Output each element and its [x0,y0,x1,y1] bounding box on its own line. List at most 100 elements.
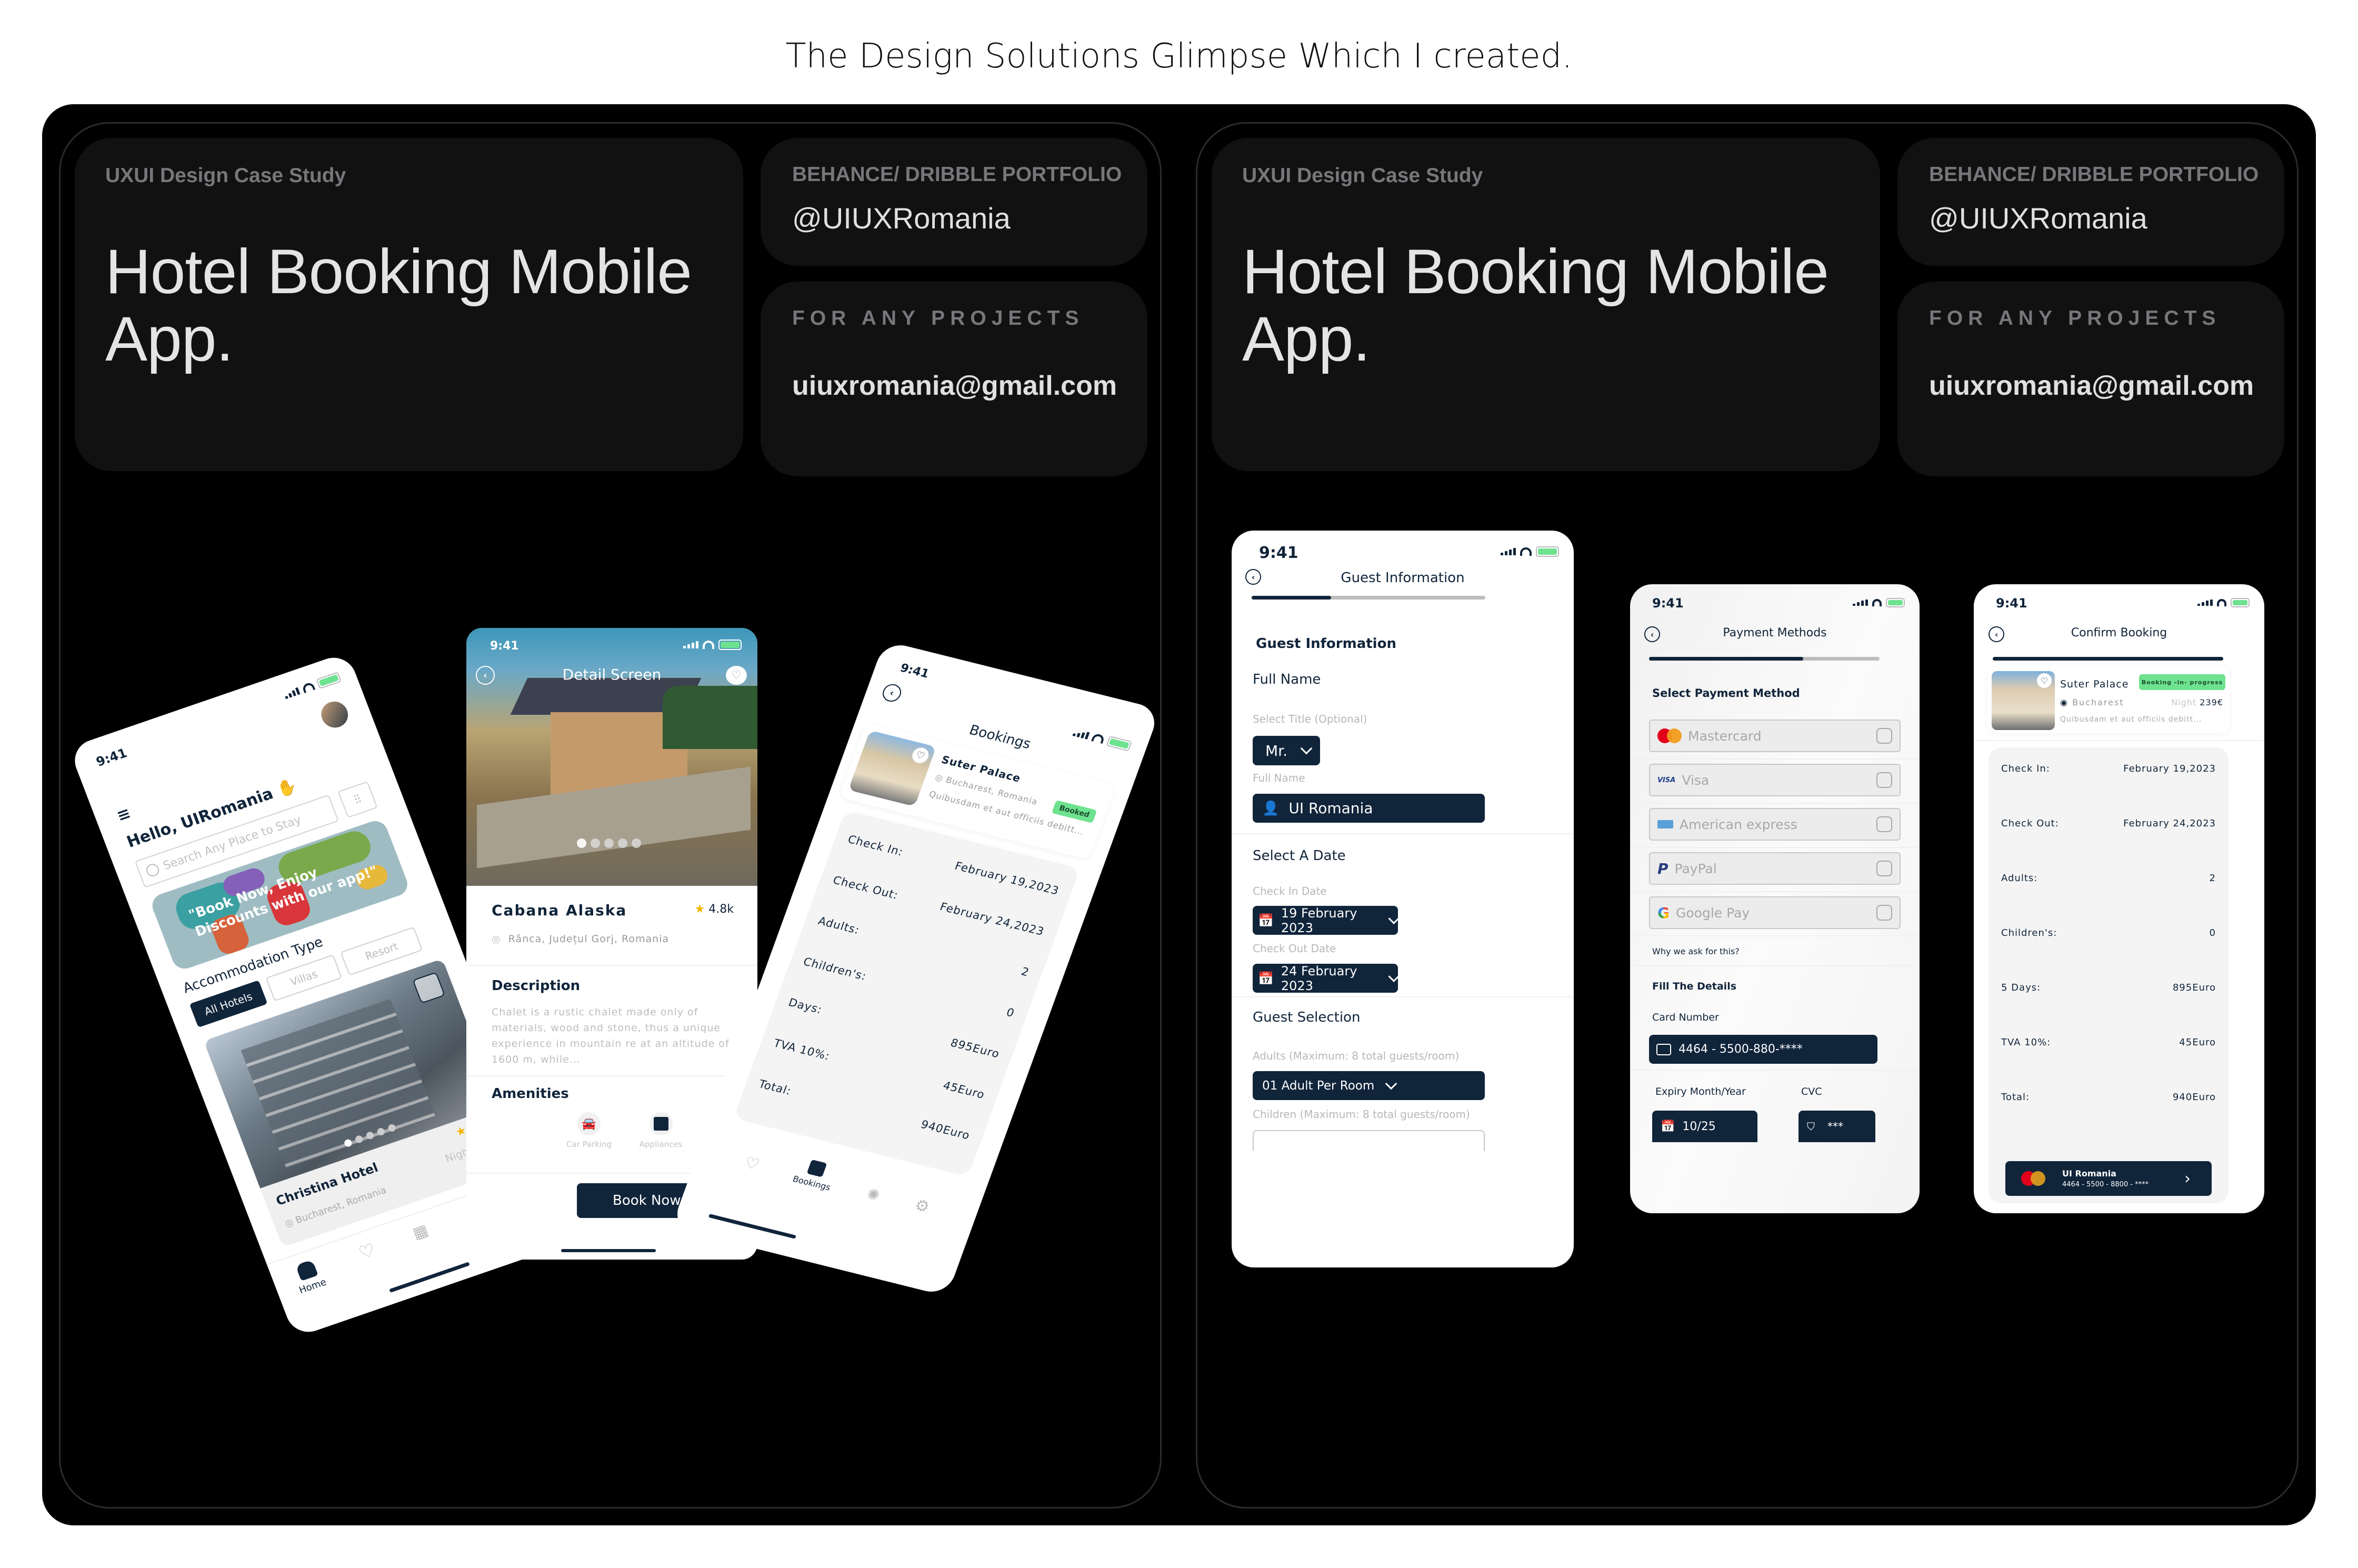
summary-value: 0 [1004,1005,1016,1020]
contact-email[interactable]: uiuxromania@gmail.com [792,370,1117,402]
hotel-photo: ♡ [848,730,936,807]
menu-icon[interactable]: ≡ [114,804,133,825]
expiry-input[interactable]: 📅 10/25 [1652,1111,1757,1142]
hotel-excerpt: Quibusdam et aut officiis debitt... [2060,715,2202,724]
heart-icon[interactable]: ♡ [742,1153,762,1174]
rating-value: 4.8k [708,903,734,916]
favorite-button[interactable]: ♡ [726,666,747,685]
status-time: 9:41 [1996,596,2027,611]
case-study-eyebrow: UXUI Design Case Study [105,164,346,187]
card-number-label: Card Number [1652,1012,1719,1023]
building-facade [241,998,436,1168]
description-text: Chalet is a rustic chalet made only of m… [492,1006,730,1065]
summary-label: Children's: [801,955,868,983]
summary-label: TVA 10%: [2001,1037,2051,1048]
property-rating: ★ 4.8k [695,903,734,916]
mastercard-icon [2021,1171,2045,1186]
map-icon[interactable] [412,972,445,1004]
nav-home[interactable]: Home [291,1258,328,1296]
summary-label: Days: [786,996,824,1016]
battery-icon [718,640,742,650]
checkbox[interactable] [1876,728,1892,744]
summary-label: TVA 10%: [772,1036,832,1063]
battery-icon [1536,546,1559,557]
phone-payment-methods: 9:41 ‹ Payment Methods Select Payment Me… [1630,584,1920,1213]
status-icons [1501,546,1559,557]
portfolio-handle[interactable]: @UIUXRomania [792,201,1011,235]
hotel-summary-card[interactable]: ♡ Suter Palace Booking -in- progress ◉ B… [1987,666,2230,733]
case-study-title-line1: Hotel Booking Mobile [1242,236,1829,307]
payment-option-visa[interactable]: VISA Visa [1649,764,1901,796]
contact-card: FOR ANY PROJECTS uiuxromania@gmail.com [761,282,1147,476]
payment-option-label: Visa [1682,772,1710,788]
card-number-value: 4464 - 5500-880-**** [1678,1043,1803,1056]
expiry-label: Expiry Month/Year [1655,1086,1746,1097]
divider [1232,996,1574,997]
avatar[interactable] [317,698,352,732]
title-select[interactable]: Mr. [1253,736,1320,765]
calendar-icon[interactable]: ▦ [410,1221,431,1243]
chevron-left-icon: ‹ [888,687,896,699]
summary-value: 895Euro [948,1036,1002,1061]
discount-icon[interactable]: ✺ [864,1185,882,1204]
full-name-value: UI Romania [1288,800,1373,817]
title-value: Mr. [1265,742,1287,760]
payment-option-google-pay[interactable]: G Google Pay [1649,896,1901,929]
payment-card-button[interactable]: UI Romania 4464 - 5500 - 8800 - **** › [2005,1161,2212,1196]
night-label: Night [2171,697,2197,707]
visa-icon: VISA [1657,776,1676,784]
booking-summary: Check In: February 19,2023 Check Out: Febru… [1989,747,2229,1203]
summary-value: February 24,2023 [2123,818,2216,829]
heart-icon[interactable]: ♡ [356,1239,378,1264]
filter-button[interactable]: ⫶⫶ [337,781,378,818]
chevron-down-icon [1385,1077,1397,1090]
gear-icon[interactable]: ⚙ [912,1196,932,1217]
status-icons [1853,598,1905,607]
status-icons [2197,598,2250,607]
card-holder: UI Romania [2062,1168,2116,1179]
summary-value: February 24,2023 [938,900,1046,938]
checkbox[interactable] [1876,861,1892,876]
why-link[interactable]: Why we ask for this? [1652,946,1740,956]
shield-icon: ⛉ [1807,1120,1815,1133]
property-location: ◎ Rânca, Județul Gorj, Romania [492,933,669,945]
contact-email[interactable]: uiuxromania@gmail.com [1929,370,2254,402]
checkbox[interactable] [1876,816,1892,832]
full-name-label: Full Name [1253,772,1305,784]
summary-label: Total: [2001,1092,2030,1103]
children-select[interactable] [1253,1130,1485,1151]
car-icon: 🚘 [577,1112,601,1135]
amex-icon [1657,820,1673,828]
nav-bookings[interactable]: Bookings [791,1157,838,1193]
portfolio-handle[interactable]: @UIUXRomania [1929,201,2147,235]
heart-icon[interactable]: ♡ [2037,673,2052,688]
checkbox[interactable] [1876,905,1892,921]
signal-icon [1501,548,1516,555]
payment-option-mastercard[interactable]: Mastercard [1649,720,1901,752]
summary-label: Check Out: [831,873,901,902]
cvc-label: CVC [1801,1086,1822,1097]
book-now-label: Book Now [613,1193,681,1209]
cvc-input[interactable]: ⛉ *** [1799,1111,1875,1142]
chip-resort[interactable]: Resort [340,926,423,976]
heart-icon[interactable]: ♡ [910,746,931,765]
checkbox[interactable] [1876,772,1892,788]
check-in-select[interactable]: 📅 19 February 2023 [1253,906,1400,935]
card-number-input[interactable]: 4464 - 5500-880-**** [1649,1035,1877,1064]
payment-option-paypal[interactable]: P PayPal [1649,852,1901,885]
location-text: Rânca, Județul Gorj, Romania [508,933,670,945]
check-out-select[interactable]: 📅 24 February 2023 [1253,964,1400,993]
phone-guest-information: 9:41 ‹ Guest Information Guest Informati… [1232,531,1574,1267]
hotel-name: Suter Palace [2060,678,2129,690]
status-icons [683,640,742,650]
nav-title: Detail Screen [562,666,662,683]
description-title: Description [492,978,581,994]
battery-icon [1886,598,1905,607]
summary-label: Check In: [846,833,905,858]
full-name-input[interactable]: 👤 UI Romania [1253,794,1485,823]
divider [1630,965,1920,966]
location-pin-icon: ◎ [492,933,501,945]
payment-option-amex[interactable]: American express [1649,808,1901,841]
adults-select[interactable]: 01 Adult Per Room [1253,1071,1485,1100]
nav-title: Confirm Booking [2071,626,2167,640]
